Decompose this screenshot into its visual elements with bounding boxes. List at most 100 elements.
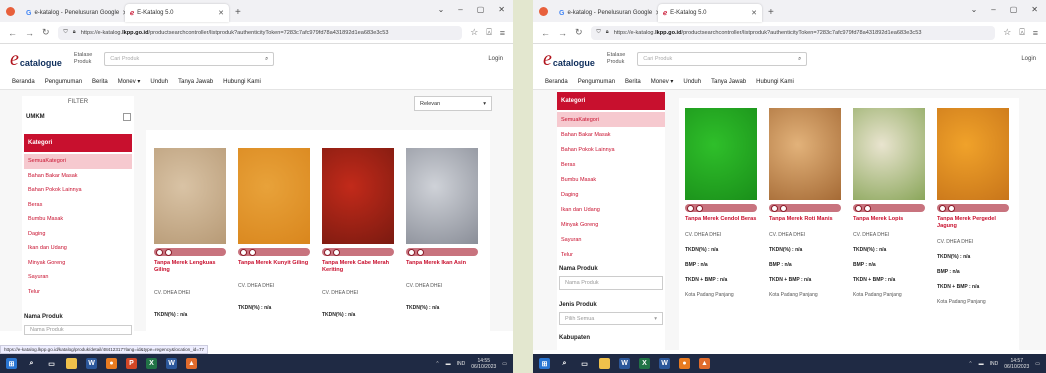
category-item[interactable]: Ikan dan Udang xyxy=(557,202,665,217)
new-tab-button[interactable]: + xyxy=(235,7,241,18)
category-item[interactable]: Beras xyxy=(24,198,132,213)
pocket-icon[interactable]: ⍓ xyxy=(1019,27,1024,38)
product-name[interactable]: Tanpa Merek Lengkuas Giling xyxy=(154,260,226,274)
reload-icon[interactable]: ↻ xyxy=(575,27,583,38)
menu-item-tanya-jawab[interactable]: Tanya Jawab xyxy=(178,79,213,85)
menu-item-berita[interactable]: Berita xyxy=(625,79,641,85)
category-item[interactable]: Bumbu Masak xyxy=(557,172,665,187)
word-icon[interactable]: W xyxy=(619,358,630,369)
menu-item-pengumuman[interactable]: Pengumuman xyxy=(45,79,82,85)
search-input[interactable]: Cari Produk ⌕ xyxy=(104,52,275,66)
category-item[interactable]: Minyak Goreng xyxy=(557,217,665,232)
product-image[interactable] xyxy=(322,148,394,244)
category-item[interactable]: SemuaKategori xyxy=(24,154,132,169)
category-item[interactable]: Bahan Bakar Masak xyxy=(24,169,132,184)
powerpoint-icon[interactable]: P xyxy=(126,358,137,369)
forward-icon[interactable]: → xyxy=(25,28,34,38)
tray-arrow-icon[interactable]: ⌃ xyxy=(435,361,439,367)
windows-start-icon[interactable]: ⊞ xyxy=(539,358,550,369)
app-icon[interactable]: ▲ xyxy=(186,358,197,369)
word-icon[interactable]: W xyxy=(86,358,97,369)
product-image[interactable] xyxy=(406,148,478,244)
menu-icon[interactable]: ≡ xyxy=(500,28,505,38)
product-card[interactable]: Tanpa Merek Lengkuas Giling CV. DHEA DHEI… xyxy=(154,148,226,318)
etalase-produk-link[interactable]: Etalase Produk xyxy=(607,52,625,66)
product-name[interactable]: Tanpa Merek Roti Manis xyxy=(769,216,841,223)
category-item[interactable]: SemuaKategori xyxy=(557,112,665,127)
product-card[interactable]: Tanpa Merek Pergedel Jagung CV. DHEA DHEI… xyxy=(937,108,1009,305)
menu-item-pengumuman[interactable]: Pengumuman xyxy=(578,79,615,85)
ecatalogue-logo[interactable]: e catalogue xyxy=(543,49,595,69)
tray-arrow-icon[interactable]: ⌃ xyxy=(968,361,972,367)
word-icon-2[interactable]: W xyxy=(166,358,177,369)
file-explorer-icon[interactable] xyxy=(599,358,610,369)
search-icon[interactable]: ⌕ xyxy=(26,358,37,369)
windows-start-icon[interactable]: ⊞ xyxy=(6,358,17,369)
product-image[interactable] xyxy=(154,148,226,244)
product-image[interactable] xyxy=(769,108,841,200)
product-name[interactable]: Tanpa Merek Cabe Merah Keriting xyxy=(322,260,394,274)
close-icon[interactable]: ✕ xyxy=(751,9,757,17)
menu-item-monev[interactable]: Monev ▾ xyxy=(118,78,141,85)
search-icon[interactable]: ⌕ xyxy=(798,56,801,63)
tab-ekatalog[interactable]: ℯ E-Katalog 5.0 ✕ xyxy=(125,4,229,22)
nama-produk-input[interactable]: Nama Produk xyxy=(559,276,663,290)
category-item[interactable]: Telur xyxy=(24,285,132,300)
menu-item-beranda[interactable]: Beranda xyxy=(12,79,35,85)
product-card[interactable]: Tanpa Merek Roti Manis CV. DHEA DHEI TKDN(… xyxy=(769,108,841,298)
close-window-icon[interactable]: ✕ xyxy=(498,5,505,14)
maximize-icon[interactable]: ▢ xyxy=(477,5,485,14)
file-explorer-icon[interactable] xyxy=(66,358,77,369)
menu-item-berita[interactable]: Berita xyxy=(92,79,108,85)
task-view-icon[interactable]: ▭ xyxy=(579,358,590,369)
search-icon[interactable]: ⌕ xyxy=(559,358,570,369)
category-item[interactable]: Sayuran xyxy=(557,232,665,247)
product-image[interactable] xyxy=(238,148,310,244)
reload-icon[interactable]: ↻ xyxy=(42,27,50,38)
product-name[interactable]: Tanpa Merek Cendol Beras xyxy=(685,216,757,223)
network-icon[interactable]: ▬ xyxy=(446,361,451,367)
task-view-icon[interactable]: ▭ xyxy=(46,358,57,369)
word-icon-2[interactable]: W xyxy=(659,358,670,369)
product-image[interactable] xyxy=(685,108,757,200)
login-link[interactable]: Login xyxy=(1021,56,1036,62)
menu-item-hubungi-kami[interactable]: Hubungi Kami xyxy=(223,79,261,85)
login-link[interactable]: Login xyxy=(488,56,503,62)
chevron-down-icon[interactable]: ⌄ xyxy=(971,5,978,14)
firefox-taskbar-icon[interactable]: ● xyxy=(106,358,117,369)
sort-select[interactable]: Relevan ▾ xyxy=(414,96,492,111)
product-card[interactable]: Tanpa Merek Cabe Merah Keriting CV. DHEA … xyxy=(322,148,394,318)
product-name[interactable]: Tanpa Merek Lopis xyxy=(853,216,925,223)
excel-icon[interactable]: X xyxy=(146,358,157,369)
maximize-icon[interactable]: ▢ xyxy=(1010,5,1018,14)
umkm-checkbox[interactable] xyxy=(123,113,131,121)
url-bar[interactable]: ⛉ 🔒︎ https://e-katalog.lkpp.go.id/produc… xyxy=(590,25,996,40)
nama-produk-input[interactable]: Nama Produk xyxy=(24,325,132,335)
app-icon[interactable]: ▲ xyxy=(699,358,710,369)
jenis-produk-select[interactable]: Pilih Semua ▾ xyxy=(559,312,663,325)
search-icon[interactable]: ⌕ xyxy=(265,56,268,63)
tab-ekatalog[interactable]: ℯ E-Katalog 5.0 ✕ xyxy=(658,4,762,22)
category-item[interactable]: Beras xyxy=(557,157,665,172)
bookmark-star-icon[interactable]: ☆ xyxy=(470,27,478,38)
menu-item-beranda[interactable]: Beranda xyxy=(545,79,568,85)
product-card[interactable]: Tanpa Merek Kunyit Giling CV. DHEA DHEI TK… xyxy=(238,148,310,311)
notification-icon[interactable]: ▭ xyxy=(1035,361,1040,367)
product-image[interactable] xyxy=(937,108,1009,200)
minimize-icon[interactable]: – xyxy=(991,5,995,14)
product-card[interactable]: Tanpa Merek Ikan Asin CV. DHEA DHEI TKDN(%… xyxy=(406,148,478,311)
url-bar[interactable]: ⛉ 🔒︎ https://e-katalog.lkpp.go.id/produc… xyxy=(57,25,463,40)
product-image[interactable] xyxy=(853,108,925,200)
firefox-taskbar-icon[interactable]: ● xyxy=(679,358,690,369)
tab-google[interactable]: G e-katalog - Penelusuran Google ✕ xyxy=(554,4,658,22)
category-item[interactable]: Sayuran xyxy=(24,270,132,285)
ecatalogue-logo[interactable]: e catalogue xyxy=(10,49,62,69)
category-item[interactable]: Ikan dan Udang xyxy=(24,241,132,256)
chevron-down-icon[interactable]: ⌄ xyxy=(438,5,445,14)
category-item[interactable]: Bahan Bakar Masak xyxy=(557,127,665,142)
minimize-icon[interactable]: – xyxy=(458,5,462,14)
close-icon[interactable]: ✕ xyxy=(218,9,224,17)
clock[interactable]: 14:57 06/10/2023 xyxy=(1004,358,1029,370)
pocket-icon[interactable]: ⍓ xyxy=(486,27,491,38)
etalase-produk-link[interactable]: Etalase Produk xyxy=(74,52,92,66)
